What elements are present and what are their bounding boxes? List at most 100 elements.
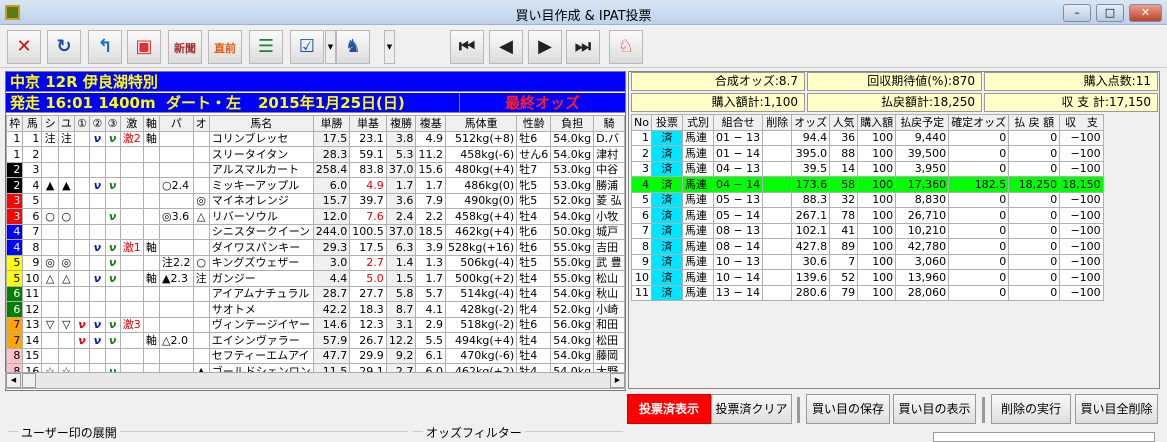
name-cell[interactable]: マイネオレンジ <box>208 192 314 209</box>
del-cell[interactable] <box>762 176 793 193</box>
name-cell[interactable]: サオトメ <box>208 301 314 318</box>
vote-cell[interactable]: 済 <box>650 191 683 208</box>
first-button[interactable]: ⏮ <box>450 30 484 64</box>
table-row[interactable]: 8 15 セフティーエムアイ 47.7 29.9 9.2 6.1 470kg(-6) 牡4 54.… <box>5 347 625 364</box>
clear-voted-button[interactable]: 投票済クリア <box>711 394 792 424</box>
horizontal-scrollbar[interactable]: ◀ ▶ <box>5 372 626 389</box>
purchase-points: 購入点数:11 <box>984 72 1158 91</box>
del-cell[interactable] <box>762 222 793 239</box>
bet-row[interactable]: 11 済馬連 13 − 14 280.6 79 100 28,060 0 0 −100 <box>631 284 1104 301</box>
vote-cell[interactable]: 済 <box>650 238 683 255</box>
del-cell[interactable] <box>762 129 793 146</box>
vote-cell[interactable]: 済 <box>650 176 683 193</box>
back-button[interactable]: ↰ <box>88 30 122 64</box>
name-cell[interactable]: キングズウェザー <box>208 254 314 271</box>
table-row[interactable]: 2 3 アルスマルカート 258.4 83.8 37.0 15.6 480kg(+4) 牡7 53… <box>5 161 625 178</box>
newspaper-button[interactable]: 新聞 <box>168 30 202 64</box>
column-header: 組合せ <box>712 114 764 131</box>
save-bets-button[interactable]: 買い目の保存 <box>806 394 890 424</box>
bet-row[interactable]: 9 済馬連 10 − 13 30.6 7 100 3,060 0 0 −100 <box>631 253 1104 270</box>
last-button[interactable]: ⏭ <box>566 30 600 64</box>
bet-row[interactable]: 4 済馬連 04 − 14 173.6 58 100 17,360 182.5 18,250 18… <box>631 176 1104 193</box>
table-row[interactable]: 5 10 △ △ ν ν 軸 ▲2.3 注ガンジー 4.4 5.0 1.5 1.7 500kg(+2) 牡4… <box>5 270 625 287</box>
del-cell[interactable] <box>762 253 793 270</box>
name-cell[interactable]: セフティーエムアイ <box>208 347 314 364</box>
del-cell[interactable] <box>762 238 793 255</box>
table-row[interactable]: 3 6 ○ ○ ν ◎3.6 △ リバーソウル 12.0 7.6 2.4 2.2 458kg(+4) 牡4… <box>5 208 625 225</box>
name-cell[interactable]: スリータイタン <box>208 146 314 163</box>
scroll-thumb[interactable] <box>22 373 36 388</box>
horse-check-dropdown[interactable]: ▼ <box>384 30 395 64</box>
table-row[interactable]: 4 7 シニスタークイーン 244.0 100.5 37.0 18.5 462kg(+4) 牝6… <box>5 223 625 240</box>
scroll-left-button[interactable]: ◀ <box>6 373 21 388</box>
name-cell[interactable]: アルスマルカート <box>208 161 314 178</box>
table-row[interactable]: 6 12 サオトメ 42.2 18.3 8.7 4.1 428kg(-2) 牝4 52.0kg 小崎 <box>5 301 625 318</box>
delete-all-bets-button[interactable]: 買い目全削除 <box>1075 394 1158 424</box>
horse-check-button[interactable]: ♞ <box>336 30 370 64</box>
ranking-list-button[interactable]: ☰ <box>249 30 283 64</box>
name-cell[interactable]: リバーソウル <box>208 208 314 225</box>
execute-delete-button[interactable]: 削除の実行 <box>991 394 1071 424</box>
bet-row[interactable]: 7 済馬連 08 − 13 102.1 41 100 10,210 0 0 −100 <box>631 222 1104 239</box>
name-cell[interactable]: シニスタークイーン <box>208 223 314 240</box>
table-row[interactable]: 7 14 ν ν ν 軸 △2.0 エイシンヴァラー 57.9 26.7 12.2 5.5 494kg(… <box>5 332 625 349</box>
table-row[interactable]: 3 5 ◎ マイネオレンジ 15.7 39.7 3.6 7.9 490kg(0) 牝5 52.0kg… <box>5 192 625 209</box>
del-cell[interactable] <box>762 269 793 286</box>
refresh-button[interactable]: ↻ <box>47 30 81 64</box>
del-cell[interactable] <box>762 191 793 208</box>
vote-cell[interactable]: 済 <box>650 145 683 162</box>
race-conditions: 発走 16:01 1400m ダート・左 <box>10 94 242 112</box>
ipat-button[interactable]: ♘ <box>609 30 643 64</box>
name-cell[interactable]: ミッキーアップル <box>208 177 314 194</box>
name-cell[interactable]: ダイワスパンキー <box>208 239 314 256</box>
bet-row[interactable]: 6 済馬連 05 − 14 267.1 78 100 26,710 0 0 −100 <box>631 207 1104 224</box>
vote-cell[interactable]: 済 <box>650 269 683 286</box>
name-cell[interactable]: アイアムナチュラル <box>208 285 314 302</box>
bet-row[interactable]: 10 済馬連 10 − 14 139.6 52 100 13,960 0 0 −100 <box>631 269 1104 286</box>
table-row[interactable]: 5 9 ◎ ◎ ν 注2.2 ○ キングズウェザー 3.0 2.7 1.4 1.3 506kg(-4) 牡… <box>5 254 625 271</box>
next-button[interactable]: ▶ <box>528 30 562 64</box>
bet-row[interactable]: 1 済馬連 01 − 13 94.4 36 100 9,440 0 0 −100 <box>631 129 1104 146</box>
show-bets-button[interactable]: 買い目の表示 <box>893 394 976 424</box>
bet-row[interactable]: 2 済馬連 01 − 14 395.0 88 100 39,500 0 0 −100 <box>631 145 1104 162</box>
name-cell[interactable]: エイシンヴァラー <box>208 332 314 349</box>
name-cell[interactable]: ヴィンテージイヤー <box>208 316 314 333</box>
show-voted-button[interactable]: 投票済表示 <box>627 394 711 424</box>
checklist-dropdown[interactable]: ▼ <box>325 30 336 64</box>
minimize-button[interactable]: – <box>1063 4 1091 22</box>
bet-row[interactable]: 3 済馬連 04 − 13 39.5 14 100 3,950 0 0 −100 <box>631 160 1104 177</box>
m2-cell <box>89 285 106 302</box>
checklist-button[interactable]: ☑ <box>290 30 324 64</box>
del-cell[interactable] <box>762 145 793 162</box>
column-header: 削除 <box>762 114 793 131</box>
expected-cell: 9,440 <box>895 129 950 146</box>
close-button[interactable]: ✕ <box>1129 4 1162 22</box>
close-tool-button[interactable]: ✕ <box>7 30 41 64</box>
maximize-button[interactable]: □ <box>1096 4 1124 22</box>
table-row[interactable]: 7 13 ▽ ▽ ν ν ν 激3 ヴィンテージイヤー 14.6 12.3 3.1 2.9 518kg(-… <box>5 316 625 333</box>
vote-cell[interactable]: 済 <box>650 222 683 239</box>
vote-cell[interactable]: 済 <box>650 284 683 301</box>
name-cell[interactable]: ガンジー <box>208 270 314 287</box>
del-cell[interactable] <box>762 207 793 224</box>
table-row[interactable]: 2 4 ▲ ▲ ν ν ○2.4 ミッキーアップル 6.0 4.9 1.7 1.7 486kg(0) 牝5… <box>5 177 625 194</box>
load-cell: 53.0kg <box>550 161 595 178</box>
table-row[interactable]: 1 2 スリータイタン 28.3 59.1 5.3 11.2 458kg(-6) せん6 54.0… <box>5 146 625 163</box>
vote-cell[interactable]: 済 <box>650 160 683 177</box>
vote-cell[interactable]: 済 <box>650 207 683 224</box>
table-row[interactable]: 6 11 アイアムナチュラル 28.7 27.7 5.8 5.7 514kg(-4) 牡4 54.… <box>5 285 625 302</box>
prev-button[interactable]: ◀ <box>489 30 523 64</box>
vote-cell[interactable]: 済 <box>650 129 683 146</box>
pre-race-button[interactable]: 直前 <box>208 30 242 64</box>
odds-view-button[interactable]: ▣ <box>127 30 161 64</box>
final_odds-cell: 182.5 <box>948 176 1010 193</box>
del-cell[interactable] <box>762 284 793 301</box>
vote-cell[interactable]: 済 <box>650 253 683 270</box>
bet-row[interactable]: 8 済馬連 08 − 14 427.8 89 100 42,780 0 0 −100 <box>631 238 1104 255</box>
name-cell[interactable]: コリンブレッセ <box>208 130 314 147</box>
table-row[interactable]: 4 8 ν ν 激1 軸ダイワスパンキー 29.3 17.5 6.3 3.9 528kg(+16) 牡… <box>5 239 625 256</box>
scroll-right-button[interactable]: ▶ <box>610 373 625 388</box>
bet-row[interactable]: 5 済馬連 05 − 13 88.3 32 100 8,830 0 0 −100 <box>631 191 1104 208</box>
del-cell[interactable] <box>762 160 793 177</box>
table-row[interactable]: 1 1 注注 ν ν 激2 軸コリンブレッセ 17.5 23.1 3.8 4.9 512kg(+8) 牡… <box>5 130 625 147</box>
